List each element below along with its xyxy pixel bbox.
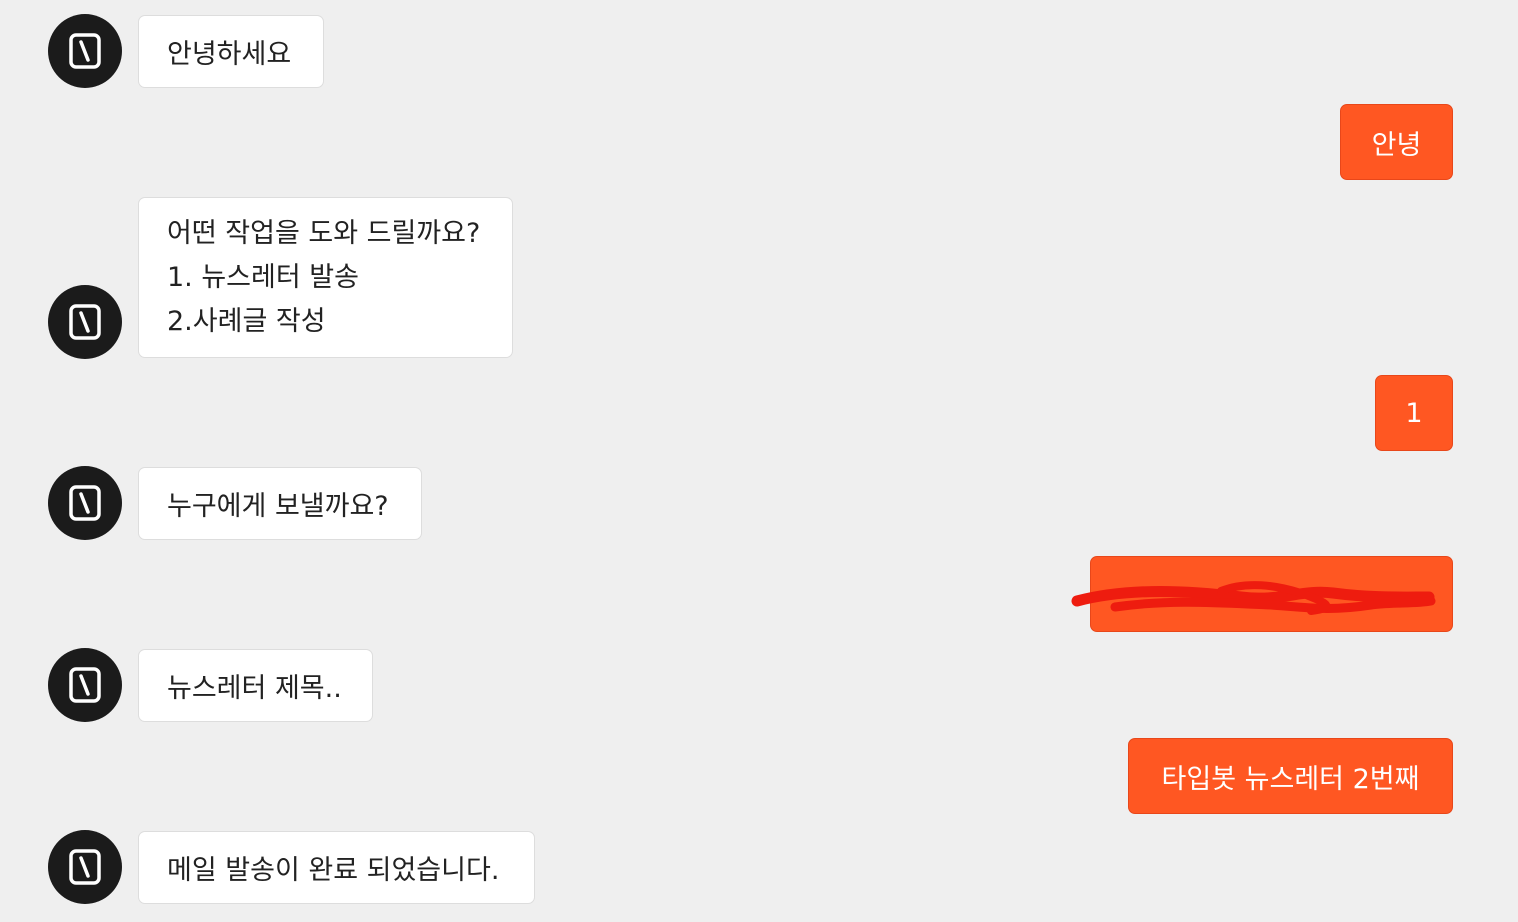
message-text: 메일 발송이 완료 되었습니다. bbox=[167, 855, 500, 886]
bot-avatar bbox=[48, 285, 122, 359]
user-message: 타입봇 뉴스레터 2번째 bbox=[1128, 738, 1453, 814]
message-text: 1 bbox=[1405, 397, 1423, 429]
message-line: 1. 뉴스레터 발송 bbox=[167, 261, 359, 293]
message-text: 누구에게 보낼까요? bbox=[167, 491, 389, 522]
bot-avatar bbox=[48, 648, 122, 722]
user-message-redacted bbox=[1071, 556, 1453, 632]
bot-message: 어떤 작업을 도와 드릴까요? 1. 뉴스레터 발송 2.사례글 작성 bbox=[138, 197, 513, 358]
message-line: 어떤 작업을 도와 드릴까요? bbox=[167, 217, 481, 249]
typebot-logo-icon bbox=[69, 304, 101, 340]
bot-message: 안녕하세요 bbox=[138, 15, 324, 88]
typebot-logo-icon bbox=[69, 33, 101, 69]
bot-message: 누구에게 보낼까요? bbox=[138, 467, 422, 540]
message-text: 타입봇 뉴스레터 2번째 bbox=[1161, 763, 1420, 795]
user-message: 안녕 bbox=[1340, 104, 1453, 180]
bot-avatar bbox=[48, 466, 122, 540]
message-text: 뉴스레터 제목.. bbox=[167, 673, 342, 704]
message-line: 2.사례글 작성 bbox=[167, 305, 326, 337]
bot-avatar bbox=[48, 14, 122, 88]
redaction-scribble bbox=[1071, 581, 1436, 615]
user-message: 1 bbox=[1375, 375, 1453, 451]
typebot-logo-icon bbox=[69, 849, 101, 885]
bot-message: 메일 발송이 완료 되었습니다. bbox=[138, 831, 535, 904]
bot-avatar bbox=[48, 830, 122, 904]
typebot-logo-icon bbox=[69, 485, 101, 521]
message-text: 안녕 bbox=[1371, 129, 1422, 161]
chat-container: 안녕하세요 안녕 어떤 작업을 도와 드릴까요? 1. 뉴스레터 발송 2.사례… bbox=[0, 0, 1518, 922]
bot-message: 뉴스레터 제목.. bbox=[138, 649, 373, 722]
message-text: 안녕하세요 bbox=[167, 39, 292, 70]
typebot-logo-icon bbox=[69, 667, 101, 703]
